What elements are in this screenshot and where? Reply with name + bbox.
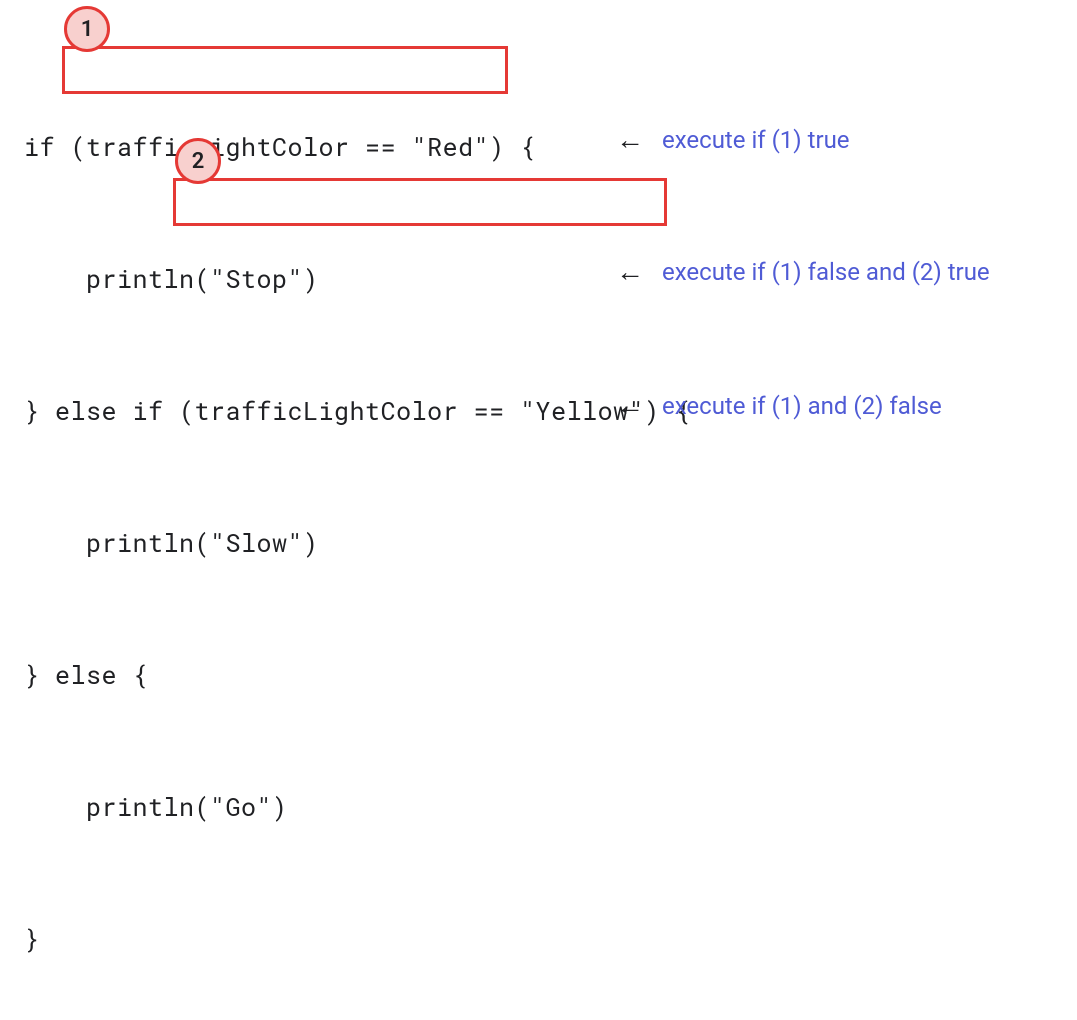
annotation-3-text: execute if (1) and (2) false (616, 389, 942, 422)
kw-elseif: } else if (24, 394, 179, 427)
condition-2-code: (trafficLightColor == "Yellow") (179, 394, 660, 427)
badge-2: 2 (175, 138, 221, 184)
brace: { (505, 130, 536, 163)
condition-2-box (173, 178, 667, 226)
brace-close: } (24, 906, 691, 972)
badge-1: 1 (64, 6, 110, 52)
stmt-stop: println("Stop") (24, 246, 691, 312)
kw-if: if (24, 130, 71, 163)
annotation-2-text: execute if (1) false and (2) true (616, 255, 990, 288)
condition-1-box (62, 46, 508, 94)
stmt-slow: println("Slow") (24, 510, 691, 576)
annotation-1-text: execute if (1) true (616, 123, 850, 156)
condition-1-code: (trafficLightColor == "Red") (71, 130, 505, 163)
kw-else: } else { (24, 642, 691, 708)
stmt-go: println("Go") (24, 774, 691, 840)
